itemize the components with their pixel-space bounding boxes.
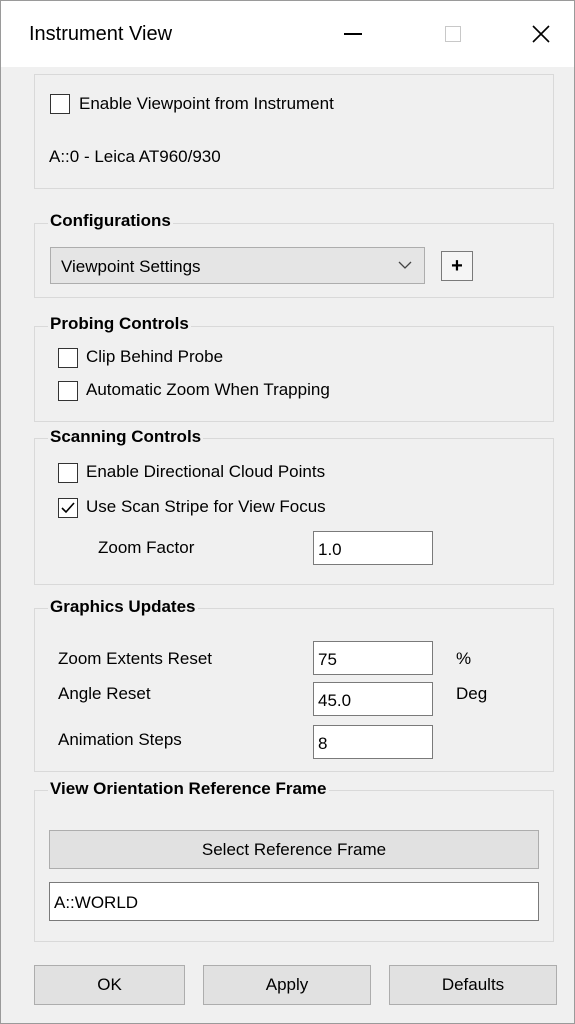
zoom-factor-input[interactable]: 1.0: [313, 531, 433, 565]
graphics-updates-title: Graphics Updates: [48, 597, 198, 617]
chevron-down-icon: [398, 261, 412, 269]
maximize-button: [413, 1, 493, 67]
zoom-extents-label: Zoom Extents Reset: [58, 649, 213, 668]
close-button[interactable]: [501, 1, 575, 67]
animation-steps-input[interactable]: 8: [313, 725, 433, 759]
defaults-button[interactable]: Defaults: [389, 965, 557, 1005]
angle-reset-input[interactable]: 45.0: [313, 682, 433, 716]
probing-controls-group: [34, 326, 554, 422]
zoom-extents-unit: %: [456, 649, 472, 668]
add-configuration-button[interactable]: +: [441, 251, 473, 281]
title-bar[interactable]: Instrument View: [1, 1, 574, 67]
automatic-zoom-label: Automatic Zoom When Trapping: [86, 380, 330, 399]
configurations-title: Configurations: [48, 211, 173, 231]
configuration-selected: Viewpoint Settings: [61, 257, 201, 276]
window-title: Instrument View: [29, 23, 173, 45]
angle-reset-label: Angle Reset: [58, 684, 151, 703]
scan-stripe-checkbox[interactable]: [58, 498, 78, 518]
animation-steps-label: Animation Steps: [58, 730, 182, 749]
checkmark-icon: [61, 502, 75, 514]
enable-viewpoint-checkbox[interactable]: [50, 94, 70, 114]
automatic-zoom-checkbox[interactable]: [58, 381, 78, 401]
ok-button[interactable]: OK: [34, 965, 185, 1005]
probing-controls-title: Probing Controls: [48, 314, 191, 334]
instrument-group: [34, 74, 554, 189]
instrument-view-dialog: Instrument View Enable Viewpoint from In…: [0, 0, 575, 1024]
reference-frame-field[interactable]: A::WORLD: [49, 882, 539, 921]
reference-frame-title: View Orientation Reference Frame: [48, 779, 329, 799]
apply-button[interactable]: Apply: [203, 965, 371, 1005]
select-reference-frame-button[interactable]: Select Reference Frame: [49, 830, 539, 869]
zoom-extents-input[interactable]: 75: [313, 641, 433, 675]
directional-cloud-points-label: Enable Directional Cloud Points: [86, 462, 326, 481]
directional-cloud-points-checkbox[interactable]: [58, 463, 78, 483]
minimize-icon: [344, 33, 362, 35]
angle-reset-unit: Deg: [456, 684, 488, 703]
scanning-controls-title: Scanning Controls: [48, 427, 204, 447]
enable-viewpoint-label: Enable Viewpoint from Instrument: [79, 94, 334, 113]
close-icon: [532, 25, 550, 43]
instrument-name: A::0 - Leica AT960/930: [49, 147, 221, 166]
zoom-factor-label: Zoom Factor: [98, 538, 195, 557]
configuration-dropdown[interactable]: Viewpoint Settings: [50, 247, 425, 284]
minimize-button[interactable]: [313, 1, 393, 67]
clip-behind-probe-label: Clip Behind Probe: [86, 347, 224, 366]
scan-stripe-label: Use Scan Stripe for View Focus: [86, 497, 326, 516]
clip-behind-probe-checkbox[interactable]: [58, 348, 78, 368]
maximize-icon: [445, 26, 461, 42]
